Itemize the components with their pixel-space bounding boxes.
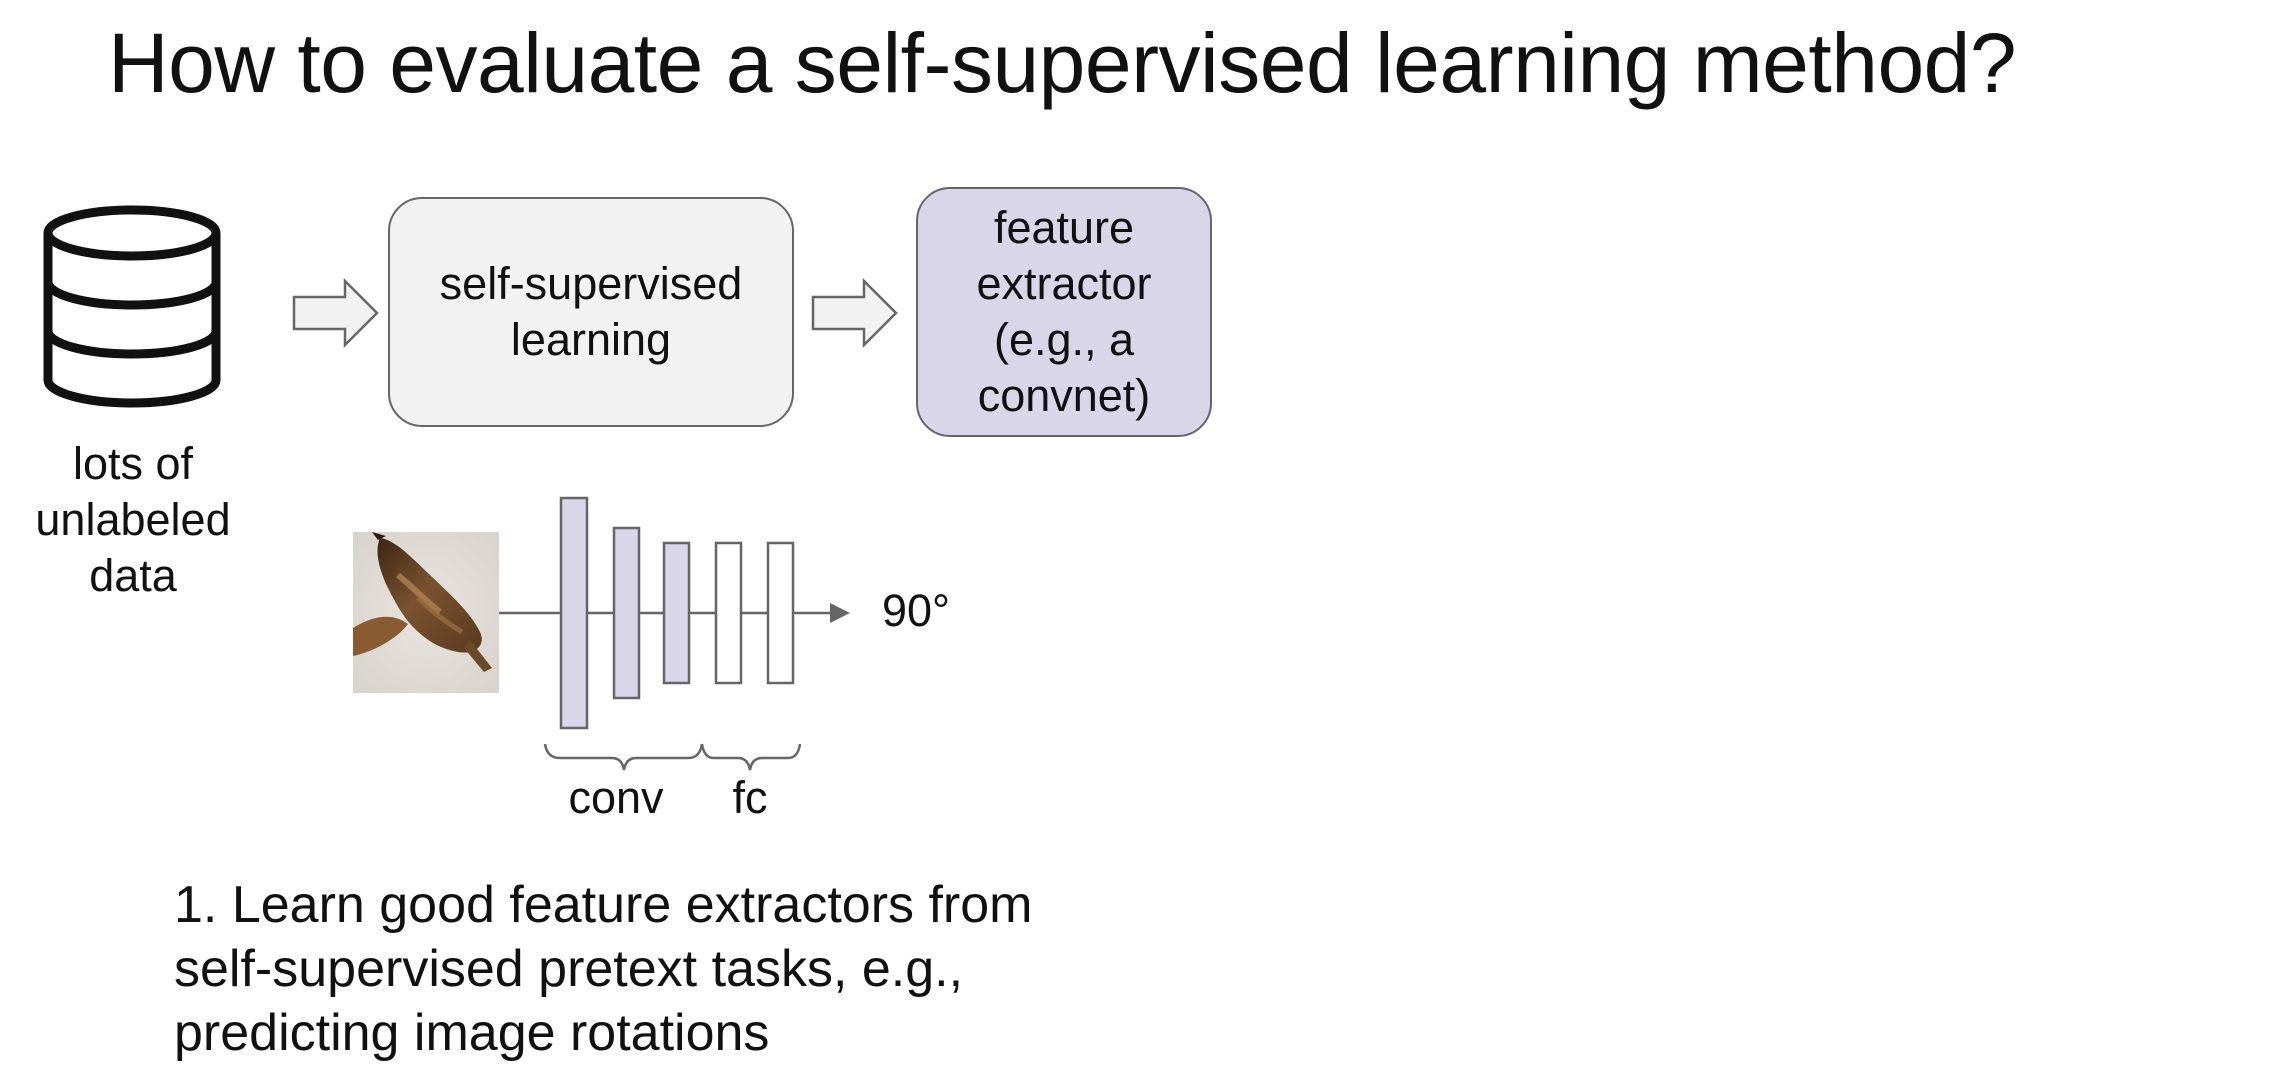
- fc-label: fc: [732, 772, 768, 823]
- feature-box-line: (e.g., a: [993, 314, 1135, 365]
- body-text: 1. Learn good feature extractors from se…: [174, 873, 1274, 1065]
- output-arrowhead-icon: [830, 603, 850, 623]
- body-text-line: 1. Learn good feature extractors from: [174, 876, 1033, 934]
- conv-label: conv: [568, 772, 664, 823]
- feature-box-line: convnet): [977, 370, 1151, 421]
- network-diagram: [353, 496, 850, 771]
- rotation-output-label: 90°: [882, 585, 951, 636]
- fc-layer: [714, 541, 743, 685]
- feature-extractor-box: feature extractor (e.g., a convnet): [916, 187, 1212, 437]
- feature-box-line: extractor: [976, 258, 1152, 309]
- conv-layer: [612, 526, 641, 700]
- body-text-line: self-supervised pretext tasks, e.g.,: [174, 940, 964, 998]
- bird-image: [353, 532, 499, 693]
- fc-layer: [766, 541, 795, 685]
- body-text-line: predicting image rotations: [174, 1004, 770, 1062]
- conv-brace: [543, 743, 704, 771]
- fc-brace: [700, 743, 802, 771]
- conv-layer: [662, 541, 691, 685]
- conv-layer: [559, 496, 589, 730]
- feature-box-line: feature: [993, 202, 1135, 253]
